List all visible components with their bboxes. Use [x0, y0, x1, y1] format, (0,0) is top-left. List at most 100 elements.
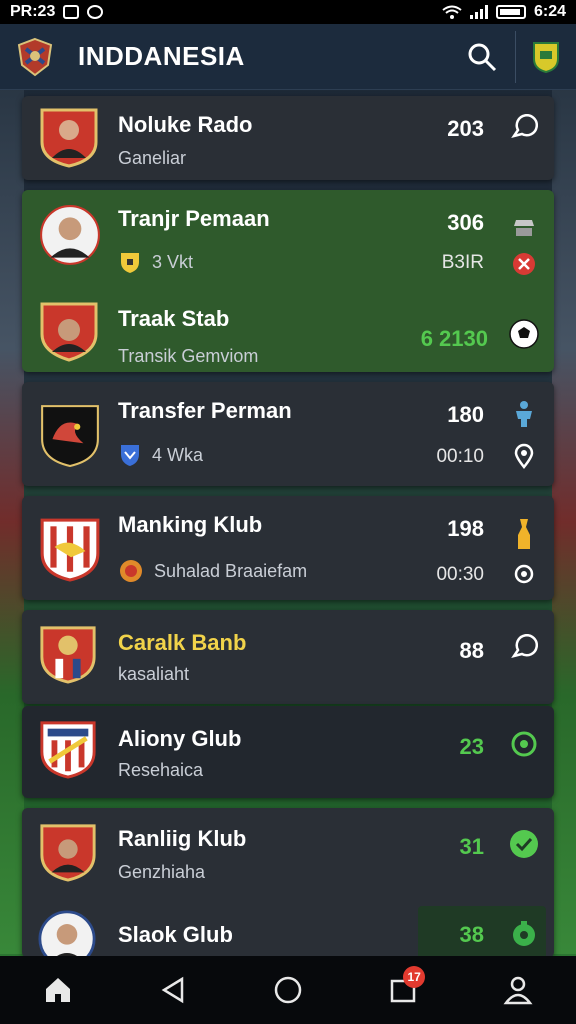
status-time-left: PR:23 — [10, 3, 56, 20]
app-bar: INDDANESIA — [0, 24, 576, 90]
search-icon — [468, 43, 497, 71]
chat-button[interactable] — [508, 632, 540, 664]
club-crest-icon — [40, 626, 96, 684]
app-logo-icon — [17, 37, 53, 76]
chat-button[interactable] — [508, 112, 540, 144]
club-name: Manking Klub — [118, 512, 263, 537]
club-secondary-value: 00:30 — [436, 564, 484, 585]
status-button[interactable] — [508, 918, 540, 950]
club-subtitle: Suhalad Braaiefam — [118, 558, 307, 584]
player-avatar-icon — [38, 910, 96, 956]
club-subtitle-text: kasaliaht — [118, 664, 190, 684]
club-crest-icon — [41, 405, 99, 468]
club-name: Ranliig Klub — [118, 826, 247, 851]
club-value: 306 — [447, 210, 484, 235]
club-name: Traak Stab — [118, 306, 230, 331]
club-name: Aliony Glub — [118, 726, 242, 751]
chat-bubble-icon — [511, 634, 538, 658]
list-item[interactable]: Ranliig Klub Genzhiaha 31 — [22, 808, 554, 898]
kit-button[interactable] — [508, 210, 540, 242]
red-badge-icon — [513, 253, 535, 275]
info-button[interactable] — [508, 558, 540, 590]
trophy-button[interactable] — [508, 518, 540, 550]
home-icon — [45, 978, 70, 1002]
list-item[interactable]: Noluke Rado Ganeliar 203 — [22, 96, 554, 186]
club-badge-icon[interactable] — [532, 41, 560, 73]
club-subtitle-text: Resehaica — [118, 760, 204, 780]
club-subtitle: kasaliaht — [118, 664, 189, 685]
list-item[interactable]: Traak Stab Transik Gemviom 6 2130 — [22, 290, 554, 380]
player-figure-icon — [516, 401, 532, 427]
wifi-icon — [442, 5, 462, 19]
club-subtitle: 3 Vkt — [118, 250, 193, 274]
search-button[interactable] — [459, 34, 505, 80]
green-check-icon — [510, 830, 538, 858]
club-crest-icon — [40, 302, 98, 362]
player-avatar-icon — [40, 205, 100, 265]
nav-home-button[interactable] — [28, 960, 88, 1020]
list-item[interactable]: Slaok Glub 38 — [22, 904, 554, 956]
trophy-icon — [518, 519, 530, 549]
club-card[interactable]: Manking Klub Suhalad Braaiefam 198 00:30 — [22, 496, 554, 600]
club-card[interactable]: Noluke Rado Ganeliar 203 — [22, 96, 554, 180]
notification-icon — [63, 5, 80, 19]
club-card[interactable]: Ranliig Klub Genzhiaha 31 Slaok Glub 38 — [22, 808, 554, 956]
status-time-right: 6:24 — [533, 3, 566, 20]
club-subtitle: Resehaica — [118, 760, 203, 781]
club-card[interactable]: Aliony Glub Resehaica 23 — [22, 706, 554, 798]
green-target-icon — [511, 731, 537, 757]
club-name: Slaok Glub — [118, 922, 233, 947]
nav-back-button[interactable] — [143, 960, 203, 1020]
club-subtitle-text: Transik Gemviom — [118, 346, 259, 366]
club-name: Caralk Banb — [118, 630, 247, 655]
kit-icon — [514, 220, 534, 236]
info-circle-icon — [514, 564, 534, 584]
nav-profile-button[interactable] — [488, 960, 548, 1020]
club-name: Transfer Perman — [118, 398, 292, 423]
match-button[interactable] — [508, 318, 540, 350]
progress-button[interactable] — [508, 728, 540, 760]
bottom-nav-bar: 17 — [0, 956, 576, 1024]
confirm-button[interactable] — [508, 828, 540, 860]
list-item[interactable]: Aliony Glub Resehaica 23 — [22, 706, 554, 796]
club-crest-icon — [40, 824, 96, 882]
list-item[interactable]: Caralk Banb kasaliaht 88 — [22, 610, 554, 700]
app-bar-divider — [515, 30, 516, 83]
club-value: 203 — [447, 116, 484, 141]
club-name: Noluke Rado — [118, 112, 253, 137]
player-avatar-icon — [40, 108, 98, 168]
club-crest-icon — [40, 721, 96, 779]
club-card[interactable]: Transfer Perman 4 Wka 180 00:10 — [22, 382, 554, 486]
trophy-shield-icon — [121, 253, 139, 273]
club-value: 6 2130 — [420, 326, 488, 351]
club-value: 38 — [459, 922, 484, 947]
list-item[interactable]: Transfer Perman 4 Wka 180 00:10 — [22, 382, 554, 472]
list-item[interactable]: Manking Klub Suhalad Braaiefam 198 00:30 — [22, 496, 554, 586]
nav-home-circle-button[interactable] — [258, 960, 318, 1020]
club-card[interactable]: Caralk Banb kasaliaht 88 — [22, 610, 554, 704]
app-title: INDDANESIA — [78, 41, 245, 71]
player-button[interactable] — [508, 398, 540, 430]
status-bar: PR:23 6:24 — [0, 0, 576, 24]
club-subtitle-text: Genzhiaha — [118, 862, 206, 882]
club-subtitle-text: Ganeliar — [118, 148, 187, 168]
back-triangle-icon — [161, 976, 184, 1004]
list-item[interactable]: Tranjr Pemaan 3 Vkt 306 B3IR — [22, 190, 554, 280]
remove-button[interactable] — [508, 248, 540, 280]
club-name: Tranjr Pemaan — [118, 206, 270, 231]
nav-recents-button[interactable]: 17 — [373, 960, 433, 1020]
circle-icon — [274, 976, 302, 1004]
location-button[interactable] — [508, 440, 540, 472]
club-value: 31 — [459, 834, 484, 859]
club-card-highlighted[interactable]: Tranjr Pemaan 3 Vkt 306 B3IR Traak Stab … — [22, 190, 554, 372]
club-subtitle-text: Suhalad Braaiefam — [154, 560, 308, 581]
chat-bubble-icon — [511, 114, 538, 138]
soccer-ball-icon — [509, 319, 539, 349]
club-subtitle-text: 3 Vkt — [152, 251, 194, 272]
notification-badge: 17 — [403, 966, 426, 988]
club-subtitle: Transik Gemviom — [118, 346, 258, 367]
club-value: 198 — [447, 516, 484, 541]
club-secondary-value: B3IR — [441, 252, 484, 273]
club-subtitle: Genzhiaha — [118, 862, 205, 883]
club-value: 88 — [459, 638, 484, 663]
